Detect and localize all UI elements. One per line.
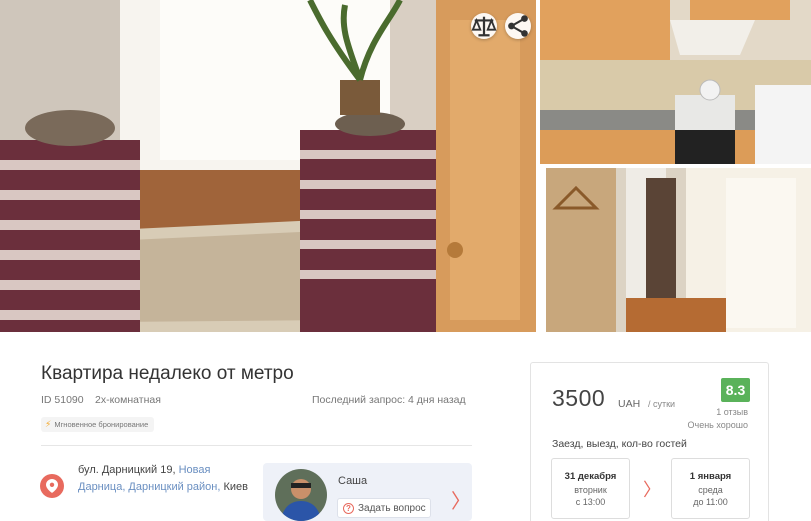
hallway-photo-image (546, 168, 811, 332)
check-out-day: 1 января (689, 471, 732, 482)
address-city: Киев (223, 481, 249, 493)
price: 3500 (552, 385, 606, 411)
check-out-time: до 11:00 (693, 497, 728, 507)
currency: UAH (618, 398, 641, 410)
scales-icon (471, 16, 497, 37)
bedroom-photo-image (0, 0, 536, 332)
check-in-time: с 13:00 (575, 497, 606, 507)
avatar[interactable] (275, 469, 327, 521)
kitchen-photo[interactable] (540, 0, 811, 164)
kitchen-photo-image (540, 0, 811, 164)
ask-question-label: Задать вопрос (358, 502, 426, 514)
chevron-right-icon: 〉 (643, 480, 661, 500)
host-card: Саша ? Задать вопрос 〉 (263, 463, 472, 521)
lightning-icon: ⚡ (45, 419, 52, 429)
chevron-right-icon[interactable]: 〉 (451, 485, 471, 514)
address: бул. Дарницкий 19, Новая Дарница, Дарниц… (78, 462, 248, 496)
instant-booking-label: Мгновенное бронирование (54, 420, 149, 429)
instant-booking-badge: ⚡ Мгновенное бронирование (41, 417, 155, 432)
check-out-date[interactable]: 1 января среда до 11:00 (671, 458, 750, 519)
rating-label: Очень хорошо (687, 420, 749, 430)
question-icon: ? (343, 502, 354, 514)
location-pin-icon (40, 474, 64, 498)
check-in-day: 31 декабря (564, 471, 617, 482)
check-in-date[interactable]: 31 декабря вторник с 13:00 (551, 458, 630, 519)
bedroom-photo[interactable] (0, 0, 536, 332)
listing-id: ID 51090 (41, 394, 84, 406)
check-in-weekday: вторник (574, 485, 607, 495)
hallway-photo[interactable] (546, 168, 811, 332)
address-street: бул. Дарницкий 19, (78, 464, 176, 476)
ask-question-button[interactable]: ? Задать вопрос (337, 498, 431, 518)
share-button[interactable] (505, 13, 531, 39)
reviews-count[interactable]: 1 отзыв (716, 407, 748, 417)
check-out-weekday: среда (698, 485, 723, 495)
share-icon (508, 15, 528, 37)
photo-gallery (0, 0, 811, 332)
host-name: Саша (338, 475, 368, 487)
price-period: / сутки (648, 399, 676, 409)
guests-label: Заезд, выезд, кол-во гостей (552, 438, 687, 450)
room-count: 2х-комнатная (95, 394, 161, 406)
rating-badge: 8.3 (721, 378, 750, 402)
divider (41, 445, 472, 446)
listing-title: Квартира недалеко от метро (41, 363, 294, 384)
compare-button[interactable] (471, 13, 497, 39)
last-request: Последний запрос: 4 дня назад (312, 394, 466, 406)
booking-panel: 3500 UAH / сутки 8.3 1 отзыв Очень хорош… (530, 362, 769, 521)
